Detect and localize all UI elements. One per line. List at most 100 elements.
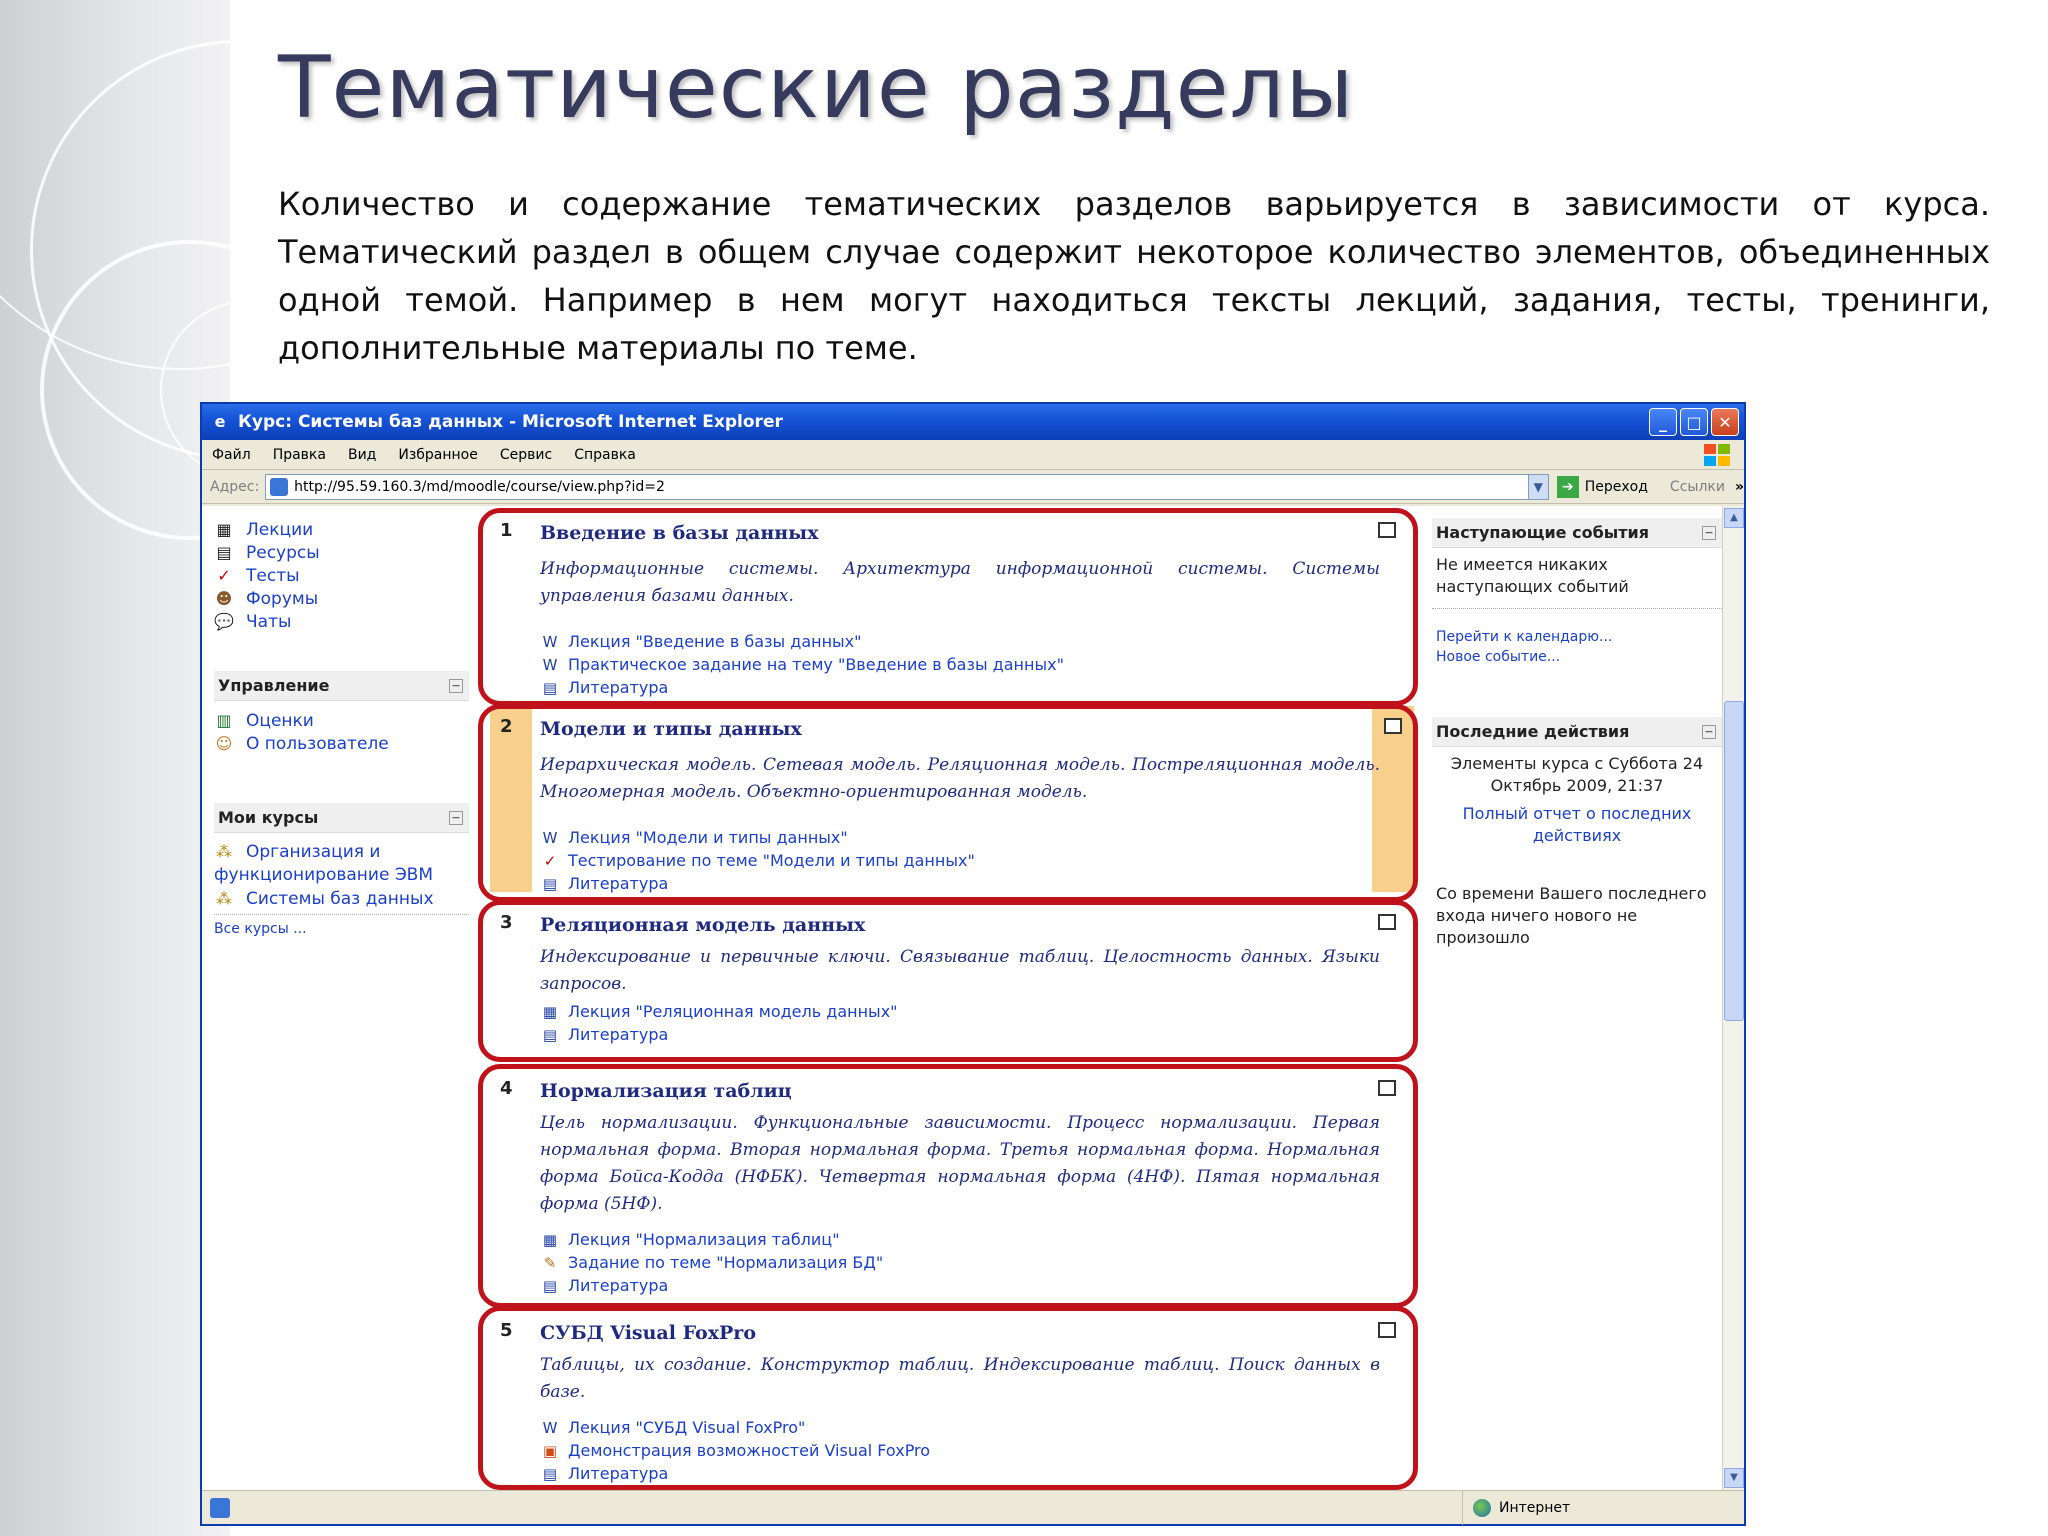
activity-link-quizzes[interactable]: ✓ Тесты xyxy=(214,564,469,587)
course-label: Системы баз данных xyxy=(246,888,434,909)
section-toggle-checkbox[interactable] xyxy=(1378,522,1396,538)
section-description: Таблицы, их создание. Конструктор таблиц… xyxy=(540,1355,1380,1402)
section-number: 5 xyxy=(500,1320,513,1341)
text-doc-icon: ▤ xyxy=(542,1464,558,1483)
activity-link-forums[interactable]: ☻ Форумы xyxy=(214,587,469,610)
section-items: ▦ Лекция "Реляционная модель данных" ▤ Лит… xyxy=(540,1000,898,1046)
lecture-icon: ▦ xyxy=(542,1002,558,1021)
menu-view[interactable]: Вид xyxy=(348,447,376,463)
go-button[interactable]: ➔ Переход xyxy=(1556,475,1648,498)
close-button[interactable]: ✕ xyxy=(1711,408,1739,436)
address-input[interactable]: http://95.59.160.3/md/moodle/course/view… xyxy=(265,473,1549,500)
page-content: ▦ Лекции ▤ Ресурсы ✓ Тесты ☻ Форумы 💬 Ча… xyxy=(202,506,1744,1490)
menu-file[interactable]: Файл xyxy=(212,447,251,463)
section-number: 1 xyxy=(500,520,513,541)
section-item-link[interactable]: W Лекция "Модели и типы данных" xyxy=(540,826,975,849)
section-toggle-checkbox[interactable] xyxy=(1378,914,1396,930)
window-title: Курс: Системы баз данных - Microsoft Int… xyxy=(238,412,783,432)
links-button[interactable]: Ссылки xyxy=(1670,479,1725,495)
course-section: 1 Введение в базы данных Информационные … xyxy=(490,510,1414,698)
section-item-link[interactable]: ▤ Литература xyxy=(540,1274,883,1297)
activity-link-chats[interactable]: 💬 Чаты xyxy=(214,610,469,633)
full-report-link[interactable]: Полный отчет о последних действиях xyxy=(1432,803,1722,853)
section-items: W Лекция "Модели и типы данных" ✓ Тестиров… xyxy=(540,826,975,895)
nothing-new-text: Со времени Вашего последнего входа ничег… xyxy=(1436,884,1707,947)
text-doc-icon: ▤ xyxy=(542,1276,558,1295)
section-item-link[interactable]: ▤ Литература xyxy=(540,1023,898,1046)
item-label: Задание по теме "Нормализация БД" xyxy=(568,1253,884,1272)
section-toggle-checkbox[interactable] xyxy=(1384,718,1402,734)
word-doc-icon: W xyxy=(542,632,558,651)
item-label: Лекция "Нормализация таблиц" xyxy=(568,1230,840,1249)
section-item-link[interactable]: ✎ Задание по теме "Нормализация БД" xyxy=(540,1251,884,1274)
resource-icon: ▤ xyxy=(216,542,232,562)
collapse-icon[interactable]: − xyxy=(449,810,463,825)
admin-link-profile[interactable]: ☺ О пользователе xyxy=(214,732,469,755)
activity-link-resources[interactable]: ▤ Ресурсы xyxy=(214,541,469,564)
vertical-scrollbar[interactable]: ▲ ▼ xyxy=(1722,506,1744,1490)
section-description: Иерархическая модель. Сетевая модель. Ре… xyxy=(540,755,1380,802)
course-link-databases[interactable]: ⁂ Системы баз данных xyxy=(214,887,469,910)
section-title: Введение в базы данных xyxy=(540,522,819,544)
item-label: Лекция "Введение в базы данных" xyxy=(568,632,862,651)
course-label: Организация и функционирование ЭВМ xyxy=(214,842,434,885)
activity-link-lectures[interactable]: ▦ Лекции xyxy=(214,518,469,541)
item-label: Тестирование по теме "Модели и типы данн… xyxy=(568,851,975,870)
section-item-link[interactable]: ▤ Литература xyxy=(540,872,975,895)
quiz-icon: ✓ xyxy=(543,851,557,870)
section-item-link[interactable]: ▦ Лекция "Реляционная модель данных" xyxy=(540,1000,898,1023)
all-courses-link[interactable]: Все курсы ... xyxy=(214,921,469,937)
windows-flag-icon xyxy=(1704,443,1730,466)
collapse-icon[interactable]: − xyxy=(1702,724,1716,739)
menu-tools[interactable]: Сервис xyxy=(500,447,552,463)
menu-help[interactable]: Справка xyxy=(574,447,636,463)
lecture-icon: ▦ xyxy=(542,1230,558,1249)
section-item-link[interactable]: W Лекция "Введение в базы данных" xyxy=(540,630,1064,653)
menu-edit[interactable]: Правка xyxy=(273,447,326,463)
section-title: Нормализация таблиц xyxy=(540,1080,792,1102)
collapse-icon[interactable]: − xyxy=(449,678,463,693)
section-item-link[interactable]: ▦ Лекция "Нормализация таблиц" xyxy=(540,1228,883,1251)
go-calendar-link[interactable]: Перейти к календарю... xyxy=(1432,627,1722,647)
scroll-up-icon[interactable]: ▲ xyxy=(1724,508,1744,528)
course-section: 5 СУБД Visual FoxPro Таблицы, их создани… xyxy=(490,1310,1414,1490)
section-items: W Лекция "Введение в базы данных" W Практи… xyxy=(540,630,1064,699)
scrollbar-thumb[interactable] xyxy=(1724,701,1744,1021)
section-toggle-checkbox[interactable] xyxy=(1378,1080,1396,1096)
page-icon xyxy=(270,477,289,496)
new-event-link[interactable]: Новое событие... xyxy=(1432,647,1722,667)
forum-icon: ☻ xyxy=(215,588,233,608)
browser-window: e Курс: Системы баз данных - Microsoft I… xyxy=(200,402,1746,1526)
course-section: 3 Реляционная модель данных Индексирован… xyxy=(490,902,1414,1054)
section-description: Цель нормализации. Функциональные зависи… xyxy=(540,1113,1380,1214)
section-item-link[interactable]: ✓ Тестирование по теме "Модели и типы дан… xyxy=(540,849,975,872)
admin-link-grades[interactable]: ▥ Оценки xyxy=(214,709,469,732)
section-item-link[interactable]: W Практическое задание на тему "Введение … xyxy=(540,653,1064,676)
grades-icon: ▥ xyxy=(216,710,232,730)
address-dropdown-button[interactable]: ▼ xyxy=(1527,474,1548,499)
collapse-icon[interactable]: − xyxy=(1702,525,1716,540)
section-item-link[interactable]: ▤ Литература xyxy=(540,1462,930,1485)
right-column: Наступающие события − Не имеется никаких… xyxy=(1432,506,1722,1490)
item-label: Практическое задание на тему "Введение в… xyxy=(568,655,1064,674)
security-zone: Интернет xyxy=(1462,1491,1570,1525)
menu-favorites[interactable]: Избранное xyxy=(398,447,478,463)
decorative-left-band xyxy=(0,0,230,1536)
section-item-link[interactable]: ▣ Демонстрация возможностей Visual FoxPro xyxy=(540,1439,930,1462)
minimize-button[interactable]: _ xyxy=(1649,408,1677,436)
item-label: Лекция "Модели и типы данных" xyxy=(568,828,848,847)
events-block-title: Наступающие события xyxy=(1436,523,1649,542)
section-items: W Лекция "СУБД Visual FoxPro" ▣ Демонстрац… xyxy=(540,1416,931,1485)
section-number: 4 xyxy=(500,1078,513,1099)
chevron-right-icon[interactable]: » xyxy=(1735,479,1744,495)
activity-label: Тесты xyxy=(246,565,300,586)
window-titlebar[interactable]: e Курс: Системы баз данных - Microsoft I… xyxy=(202,404,1744,440)
scroll-down-icon[interactable]: ▼ xyxy=(1724,1468,1744,1488)
maximize-button[interactable]: □ xyxy=(1680,408,1708,436)
text-doc-icon: ▤ xyxy=(542,874,558,893)
course-link-evm[interactable]: ⁂ Организация и функционирование ЭВМ xyxy=(214,841,469,887)
activity-label: Лекции xyxy=(246,519,314,540)
section-item-link[interactable]: W Лекция "СУБД Visual FoxPro" xyxy=(540,1416,930,1439)
section-item-link[interactable]: ▤ Литература xyxy=(540,676,1064,699)
section-toggle-checkbox[interactable] xyxy=(1378,1322,1396,1338)
